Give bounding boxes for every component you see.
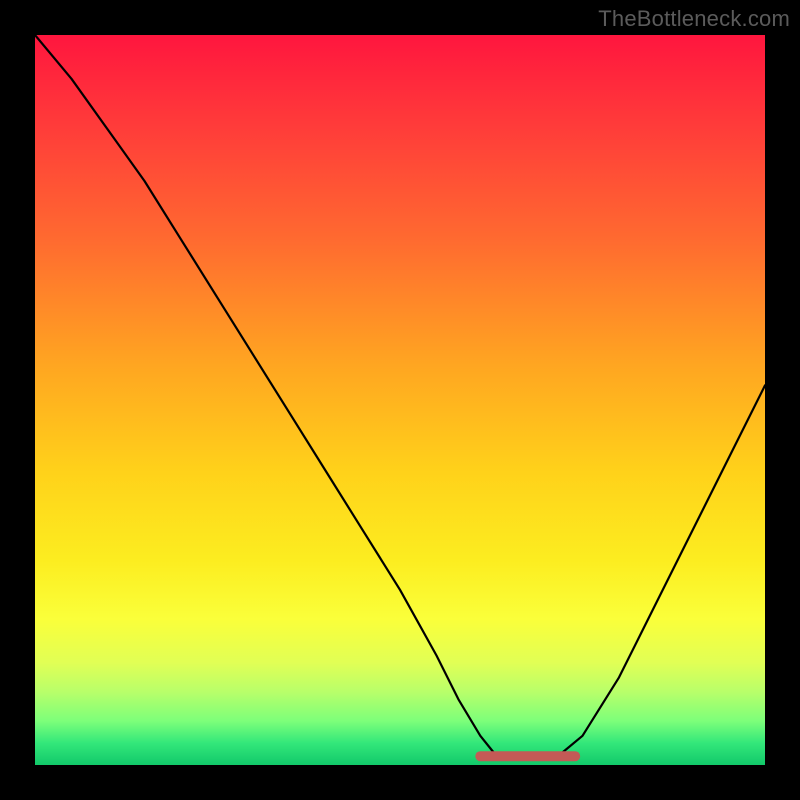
- chart-frame: TheBottleneck.com: [0, 0, 800, 800]
- curve-layer: [35, 35, 765, 765]
- watermark-text: TheBottleneck.com: [598, 6, 790, 32]
- bottleneck-curve: [35, 35, 765, 759]
- plot-area: [35, 35, 765, 765]
